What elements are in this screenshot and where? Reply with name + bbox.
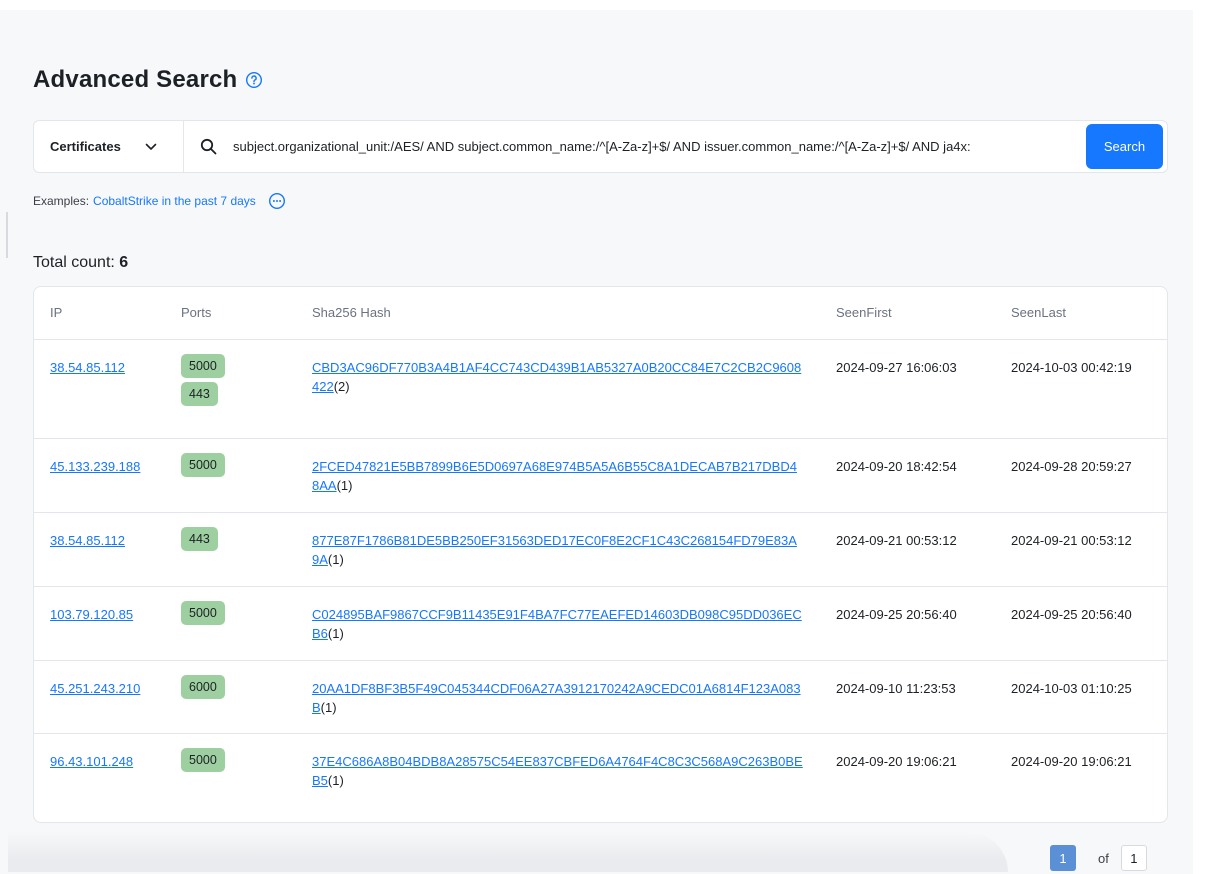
port-badge: 5000: [181, 353, 225, 378]
pagination: 1 of 1: [1050, 845, 1147, 871]
hash-count: (1): [327, 772, 344, 788]
hash-link[interactable]: 2FCED47821E5BB7899B6E5D0697A68E974B5A5A6…: [312, 459, 797, 493]
ports-cell: 5000: [165, 586, 296, 661]
table-header-row: IP Ports Sha256 Hash SeenFirst SeenLast: [34, 287, 1167, 340]
column-header-hash: Sha256 Hash: [296, 287, 820, 340]
ip-cell: 96.43.101.248: [34, 733, 165, 806]
hash-cell: C024895BAF9867CCF9B11435E91F4BA7FC77EAEF…: [296, 586, 820, 661]
ports-cell: 6000: [165, 660, 296, 734]
seen-first-cell: 2024-09-20 19:06:21: [836, 753, 957, 769]
ip-cell: 45.251.243.210: [34, 660, 165, 734]
seen-first-cell: 2024-09-25 20:56:40: [820, 586, 995, 661]
hash-count: (1): [336, 477, 353, 493]
hash-link[interactable]: 20AA1DF8BF3B5F49C045344CDF06A27A39121702…: [312, 681, 801, 715]
sidebar-edge: [6, 212, 8, 258]
search-icon: [200, 138, 217, 155]
total-count-value: 6: [119, 254, 129, 271]
ip-cell: 103.79.120.85: [34, 586, 165, 661]
hash-cell: 20AA1DF8BF3B5F49C045344CDF06A27A39121702…: [296, 660, 820, 734]
ip-link[interactable]: 38.54.85.112: [50, 360, 125, 375]
search-button[interactable]: Search: [1086, 124, 1163, 169]
hash-link[interactable]: 37E4C686A8B04BDB8A28575C54EE837CBFED6A47…: [312, 754, 803, 788]
chevron-down-icon: [145, 143, 157, 150]
seen-last-cell: 2024-10-03 00:42:19: [995, 339, 1167, 439]
port-badge: 6000: [181, 674, 225, 699]
bottom-shade: [8, 832, 1008, 872]
search-input[interactable]: [231, 138, 1086, 155]
hash-count: (1): [320, 699, 337, 715]
type-select[interactable]: Certificates: [34, 121, 184, 172]
ports-cell: 5000 443: [165, 339, 296, 439]
ip-link[interactable]: 45.133.239.188: [50, 459, 140, 474]
hash-link[interactable]: CBD3AC96DF770B3A4B1AF4CC743CD439B1AB5327…: [312, 360, 801, 394]
column-header-ports: Ports: [165, 287, 296, 340]
type-select-label: Certificates: [50, 139, 121, 154]
ip-cell: 45.133.239.188: [34, 438, 165, 513]
hash-link[interactable]: 877E87F1786B81DE5BB250EF31563DED17EC0F8E…: [312, 533, 797, 567]
ip-cell: 38.54.85.112: [34, 512, 165, 587]
ip-link[interactable]: 96.43.101.248: [50, 754, 133, 769]
hash-cell: 37E4C686A8B04BDB8A28575C54EE837CBFED6A47…: [296, 733, 820, 806]
title-row: Advanced Search: [33, 66, 263, 94]
results-table-card: IP Ports Sha256 Hash SeenFirst SeenLast …: [33, 286, 1168, 823]
seen-first-cell: 2024-09-10 11:23:53: [820, 660, 995, 734]
ip-cell: 38.54.85.112: [34, 339, 165, 439]
hash-cell: 877E87F1786B81DE5BB250EF31563DED17EC0F8E…: [296, 512, 820, 587]
question-circle-icon[interactable]: [245, 71, 263, 89]
table-row: 38.54.85.112 5000 443 CBD3AC96DF770B3A4B1AF…: [34, 339, 1167, 439]
port-badge: 443: [181, 381, 218, 406]
port-badge: 5000: [181, 452, 225, 477]
ip-link[interactable]: 45.251.243.210: [50, 681, 140, 696]
seen-last-cell: 2024-09-25 20:56:40: [995, 586, 1167, 661]
table-row: 45.133.239.188 5000 2FCED47821E5BB7899B6E5…: [34, 438, 1167, 513]
search-bar: Certificates Search: [33, 120, 1168, 173]
column-header-ip: IP: [34, 287, 165, 340]
seen-last-cell: 2024-10-03 01:10:25: [995, 660, 1167, 734]
hash-link[interactable]: C024895BAF9867CCF9B11435E91F4BA7FC77EAEF…: [312, 607, 802, 641]
query-area: [184, 121, 1086, 172]
port-badge: 443: [181, 526, 218, 551]
ellipsis-circle-icon[interactable]: [268, 192, 286, 210]
hash-count: (2): [333, 378, 350, 394]
ip-link[interactable]: 103.79.120.85: [50, 607, 133, 622]
hash-count: (1): [327, 551, 344, 567]
total-count-label: Total count:: [33, 254, 115, 271]
page-title: Advanced Search: [33, 66, 238, 93]
page-of-label: of: [1098, 850, 1109, 866]
column-header-seen-last: SeenLast: [995, 287, 1167, 340]
table-row: 38.54.85.112 443 877E87F1786B81DE5BB250EF3…: [34, 512, 1167, 587]
hash-cell: 2FCED47821E5BB7899B6E5D0697A68E974B5A5A6…: [296, 438, 820, 513]
ports-cell: 443: [165, 512, 296, 587]
table-row: 103.79.120.85 5000 C024895BAF9867CCF9B1143…: [34, 586, 1167, 661]
results-table: IP Ports Sha256 Hash SeenFirst SeenLast …: [34, 287, 1167, 806]
seen-first-cell: 2024-09-21 00:53:12: [820, 512, 995, 587]
seen-first-cell: 2024-09-27 16:06:03: [820, 339, 995, 439]
port-badge: 5000: [181, 600, 225, 625]
table-row: 45.251.243.210 6000 20AA1DF8BF3B5F49C04534…: [34, 660, 1167, 734]
hash-count: (1): [327, 625, 344, 641]
seen-first-cell: 2024-09-20 18:42:54: [820, 438, 995, 513]
ports-cell: 5000: [165, 438, 296, 513]
seen-last-cell: 2024-09-21 00:53:12: [995, 512, 1167, 587]
examples-row: Examples: CobaltStrike in the past 7 day…: [33, 192, 286, 210]
hash-cell: CBD3AC96DF770B3A4B1AF4CC743CD439B1AB5327…: [296, 339, 820, 439]
total-count: Total count: 6: [33, 254, 128, 272]
example-link[interactable]: CobaltStrike in the past 7 days: [93, 194, 256, 208]
results-body: 38.54.85.112 5000 443 CBD3AC96DF770B3A4B1AF…: [34, 339, 1167, 806]
page-total: 1: [1120, 845, 1147, 871]
seen-last-cell: 2024-09-20 19:06:21: [1011, 753, 1132, 769]
column-header-seen-first: SeenFirst: [820, 287, 995, 340]
table-row: 96.43.101.248 5000 37E4C686A8B04BDB8A28575…: [34, 733, 1167, 806]
examples-label: Examples:: [33, 194, 90, 208]
ip-link[interactable]: 38.54.85.112: [50, 533, 125, 548]
port-badge: 5000: [181, 747, 225, 772]
ports-cell: 5000: [165, 733, 296, 806]
seen-last-cell: 2024-09-28 20:59:27: [995, 438, 1167, 513]
page-current-button[interactable]: 1: [1050, 845, 1076, 871]
